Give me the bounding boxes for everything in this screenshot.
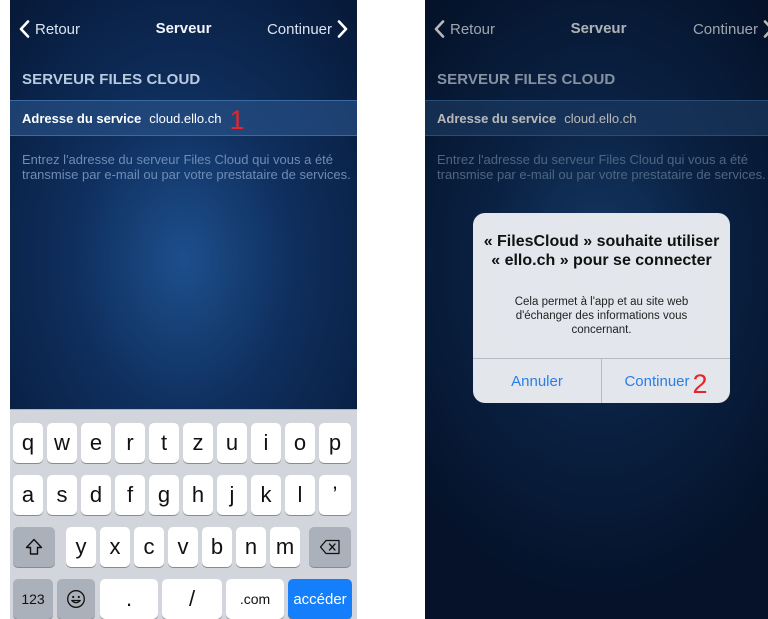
cancel-button[interactable]: Annuler: [473, 359, 601, 403]
key-z[interactable]: z: [183, 423, 213, 463]
chevron-left-icon: [19, 20, 30, 38]
key-x[interactable]: x: [100, 527, 130, 567]
continue-button[interactable]: Continuer: [267, 17, 348, 41]
key-b[interactable]: b: [202, 527, 232, 567]
keyboard: q w e r t z u i o p a s d f g h j k l ’ …: [10, 409, 357, 619]
confirm-label: Continuer: [624, 372, 690, 390]
key-t[interactable]: t: [149, 423, 179, 463]
key-e[interactable]: e: [81, 423, 111, 463]
service-address-field[interactable]: Adresse du service cloud.ello.ch 1: [10, 100, 357, 136]
key-c[interactable]: c: [134, 527, 164, 567]
key-v[interactable]: v: [168, 527, 198, 567]
confirm-button[interactable]: Continuer 2: [601, 359, 730, 403]
help-text: Entrez l'adresse du serveur Files Cloud …: [22, 152, 351, 182]
slash-key[interactable]: /: [162, 579, 222, 619]
alert-message: Cela permet à l'app et au site web d'éch…: [514, 296, 689, 336]
alert-actions: Annuler Continuer 2: [473, 358, 730, 403]
permission-alert: « FilesCloud » souhaite utiliser « ello.…: [473, 213, 730, 403]
shift-icon: [25, 538, 43, 555]
key-i[interactable]: i: [251, 423, 281, 463]
key-f[interactable]: f: [115, 475, 145, 515]
step-marker-2: 2: [692, 368, 708, 399]
key-s[interactable]: s: [47, 475, 77, 515]
navigation-bar: Retour Serveur Continuer: [10, 0, 357, 52]
key-q[interactable]: q: [13, 423, 43, 463]
key-l[interactable]: l: [285, 475, 315, 515]
service-address-label: Adresse du service: [22, 110, 142, 126]
key-d[interactable]: d: [81, 475, 111, 515]
emoji-icon: [67, 590, 85, 608]
key-a[interactable]: a: [13, 475, 43, 515]
key-h[interactable]: h: [183, 475, 213, 515]
key-k[interactable]: k: [251, 475, 281, 515]
key-n[interactable]: n: [236, 527, 266, 567]
numbers-key[interactable]: 123: [13, 579, 53, 619]
key-u[interactable]: u: [217, 423, 247, 463]
back-button[interactable]: Retour: [19, 17, 80, 41]
go-key[interactable]: accéder: [288, 579, 352, 619]
emoji-key[interactable]: [57, 579, 95, 619]
key-j[interactable]: j: [217, 475, 247, 515]
back-label: Retour: [35, 20, 81, 38]
key-m[interactable]: m: [270, 527, 300, 567]
key-y[interactable]: y: [66, 527, 96, 567]
key-w[interactable]: w: [47, 423, 77, 463]
key-p[interactable]: p: [319, 423, 351, 463]
phone-screen-right: Retour Serveur Continuer SERVEUR FILES C…: [425, 0, 768, 619]
key-r[interactable]: r: [115, 423, 145, 463]
key-o[interactable]: o: [285, 423, 315, 463]
delete-key[interactable]: [309, 527, 351, 567]
section-title: SERVEUR FILES CLOUD: [22, 71, 201, 88]
key-apostrophe[interactable]: ’: [319, 475, 351, 515]
dot-key[interactable]: .: [100, 579, 158, 619]
chevron-right-icon: [337, 20, 348, 38]
alert-title: « FilesCloud » souhaite utiliser « ello.…: [483, 233, 720, 269]
backspace-icon: [319, 539, 340, 555]
phone-screen-left: Retour Serveur Continuer SERVEUR FILES C…: [10, 0, 357, 619]
continue-label: Continuer: [266, 20, 332, 38]
service-address-value[interactable]: cloud.ello.ch: [149, 111, 221, 126]
step-marker-1: 1: [229, 104, 245, 135]
shift-key[interactable]: [13, 527, 55, 567]
key-g[interactable]: g: [149, 475, 179, 515]
dotcom-key[interactable]: .com: [226, 579, 284, 619]
